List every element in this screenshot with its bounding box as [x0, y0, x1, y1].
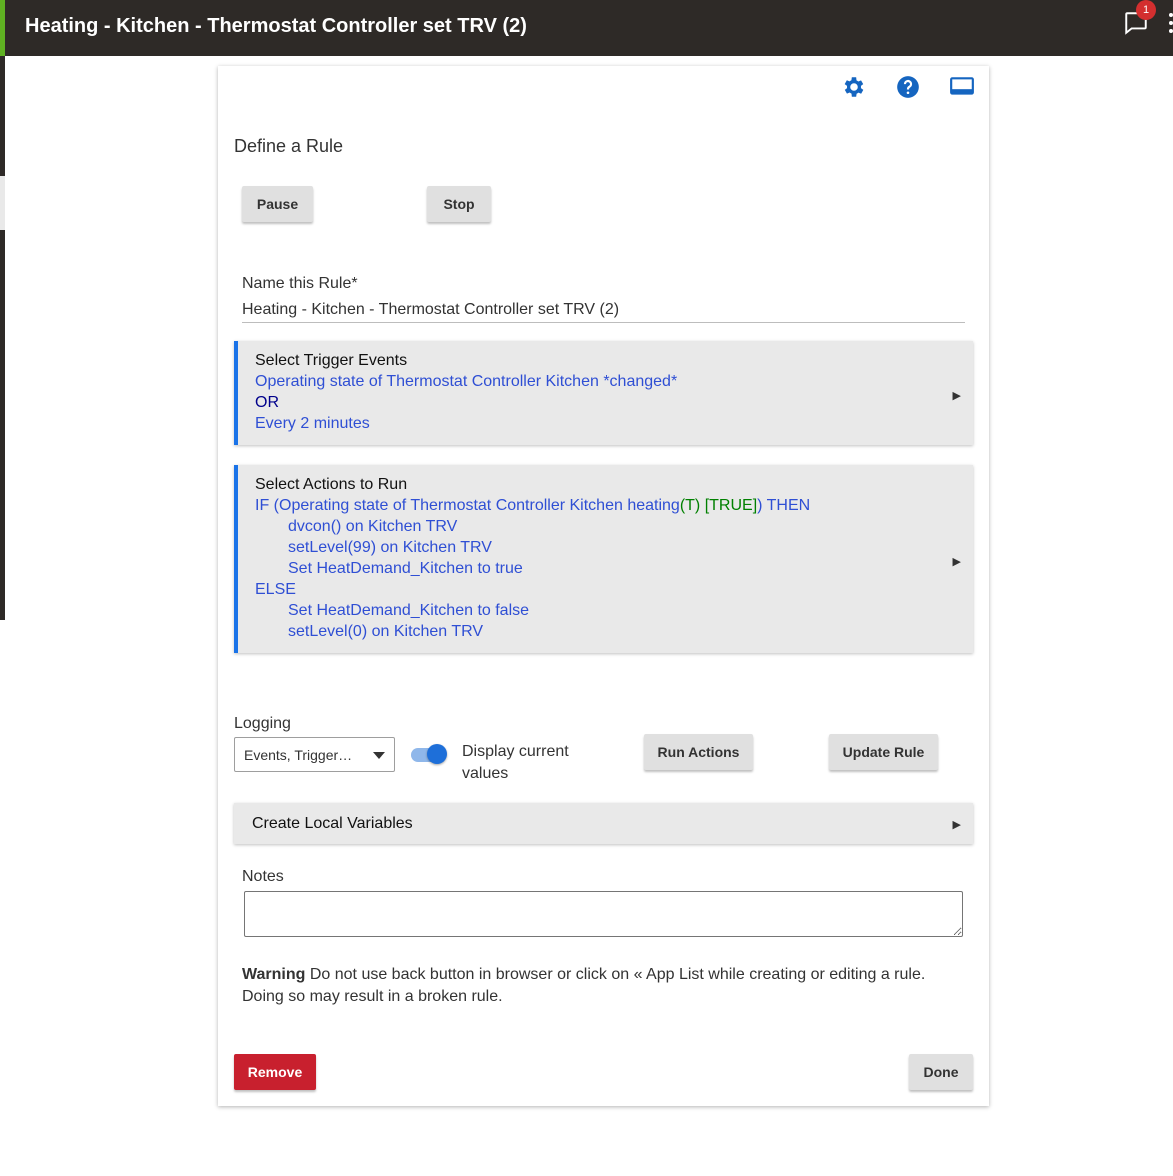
update-rule-button[interactable]: Update Rule	[829, 734, 938, 770]
if-then-text: ) THEN	[757, 497, 811, 514]
warning-text: Do not use back button in browser or cli…	[242, 966, 926, 1005]
rule-card: Define a Rule Pause Stop Name this Rule*…	[218, 66, 989, 1106]
notes-label: Notes	[242, 868, 284, 885]
actions-section-title: Select Actions to Run	[255, 476, 408, 493]
create-local-variables-section[interactable]: Create Local Variables ▶	[234, 803, 973, 844]
display-values-label: Display current values	[462, 743, 569, 782]
page-title: Heating - Kitchen - Thermostat Controlle…	[25, 15, 527, 37]
header-accent-bar	[0, 0, 5, 62]
action-line: Set HeatDemand_Kitchen to false	[288, 602, 530, 619]
expand-arrow-icon: ▶	[952, 390, 961, 402]
pause-button[interactable]: Pause	[242, 186, 313, 222]
sidebar-edge	[0, 56, 5, 620]
more-vert-icon[interactable]	[1167, 10, 1173, 36]
expand-arrow-icon: ▶	[952, 819, 961, 831]
done-button[interactable]: Done	[909, 1054, 973, 1090]
trigger-operator: OR	[255, 394, 279, 411]
display-values-toggle[interactable]	[411, 744, 447, 764]
select-actions-section[interactable]: Select Actions to Run IF (Operating stat…	[234, 465, 973, 653]
trigger-section-title: Select Trigger Events	[255, 352, 408, 369]
trigger-line: Every 2 minutes	[255, 415, 370, 432]
laptop-icon[interactable]	[949, 74, 975, 100]
logging-select[interactable]: Events, Trigger…	[234, 737, 395, 772]
notification-badge: 1	[1136, 0, 1156, 20]
else-line: ELSE	[255, 581, 296, 598]
rule-name-label: Name this Rule*	[242, 275, 358, 292]
rule-name-input[interactable]	[242, 297, 965, 323]
trigger-line: Operating state of Thermostat Controller…	[255, 373, 678, 390]
action-line: dvcon() on Kitchen TRV	[288, 518, 458, 535]
logging-label: Logging	[234, 715, 291, 732]
condition-state: (T) [TRUE]	[679, 497, 758, 514]
select-trigger-events-section[interactable]: Select Trigger Events Operating state of…	[234, 341, 973, 445]
dropdown-caret-icon	[373, 752, 385, 759]
notes-textarea[interactable]	[244, 891, 963, 937]
section-heading: Define a Rule	[234, 136, 344, 156]
warning-message: Warning Do not use back button in browse…	[242, 964, 962, 1008]
if-condition-line: IF (Operating state of Thermostat Contro…	[255, 497, 810, 515]
settings-gear-icon[interactable]	[841, 74, 867, 100]
logging-selected-value: Events, Trigger…	[244, 747, 353, 763]
help-icon[interactable]	[895, 74, 921, 100]
local-variables-title: Create Local Variables	[252, 815, 413, 832]
action-line: setLevel(99) on Kitchen TRV	[288, 539, 492, 556]
expand-arrow-icon: ▶	[952, 556, 961, 568]
remove-button[interactable]: Remove	[234, 1054, 316, 1090]
warning-label: Warning	[242, 966, 306, 983]
app-header: Heating - Kitchen - Thermostat Controlle…	[0, 0, 1173, 62]
run-actions-button[interactable]: Run Actions	[644, 734, 753, 770]
if-condition-text: IF (Operating state of Thermostat Contro…	[255, 497, 680, 514]
sidebar-edge-gap	[0, 176, 5, 230]
action-line: Set HeatDemand_Kitchen to true	[288, 560, 523, 577]
toggle-knob	[427, 744, 447, 764]
stop-button[interactable]: Stop	[427, 186, 491, 222]
action-line: setLevel(0) on Kitchen TRV	[288, 623, 484, 640]
